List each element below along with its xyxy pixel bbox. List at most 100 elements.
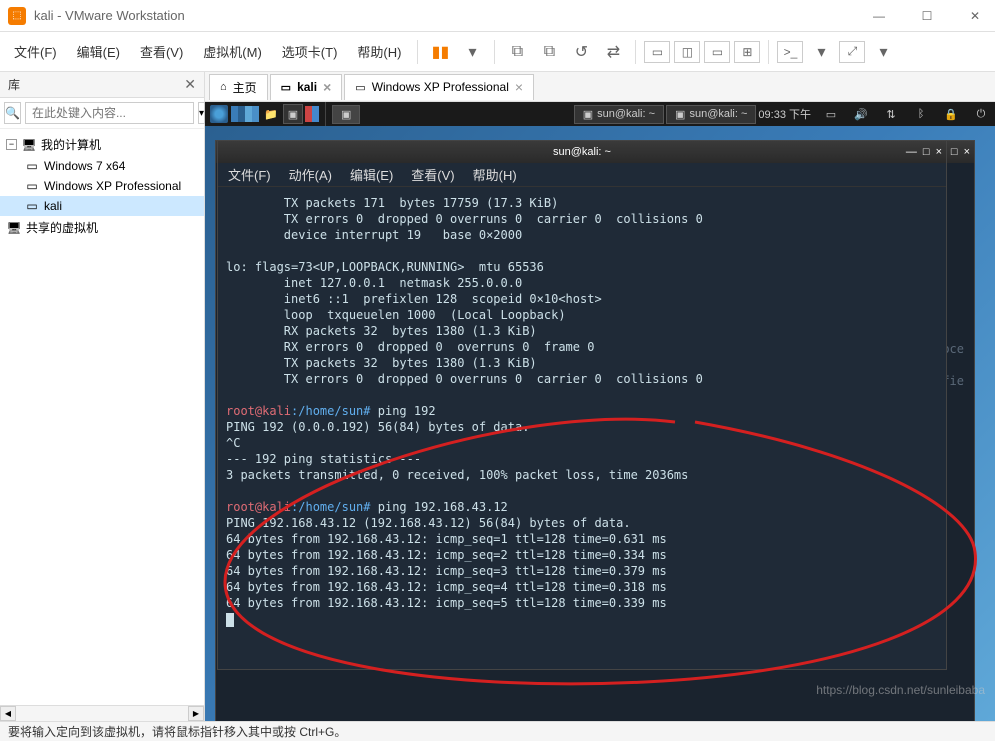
snapshot-revert-icon[interactable]: ↺	[567, 38, 595, 66]
clock[interactable]: 09:33 下午	[758, 106, 811, 122]
stretch-icon[interactable]: ⤢	[839, 41, 865, 63]
term-menu-edit[interactable]: 编辑(E)	[350, 165, 393, 184]
window-titlebar: ⬚ kali - VMware Workstation — ☐ ✕	[0, 0, 995, 32]
usb-icon[interactable]: ⇄	[599, 38, 627, 66]
library-tree: − 🖥 我的计算机 ▭ Windows 7 x64 ▭ Windows XP P…	[0, 129, 204, 705]
toolbar-dropdown3-icon[interactable]: ▾	[869, 38, 897, 66]
kali-logo-icon[interactable]	[209, 104, 229, 124]
vm-icon: ▭	[355, 81, 365, 94]
terminal-output[interactable]: TX packets 171 bytes 17759 (17.3 KiB) TX…	[218, 187, 946, 669]
tab-label: 主页	[233, 79, 257, 96]
tree-label: Windows 7 x64	[44, 159, 125, 173]
collapse-icon[interactable]: −	[6, 139, 17, 150]
app-shortcuts[interactable]	[305, 106, 319, 122]
vm-display[interactable]: 📁 ▣ ▣ ▣ sun@kali: ~ ▣ sun@kali: ~	[205, 102, 995, 721]
home-icon: ⌂	[220, 81, 227, 93]
terminal-shortcut-icon[interactable]: ▣	[283, 104, 303, 124]
search-icon[interactable]: 🔍	[4, 102, 21, 124]
scroll-right-icon[interactable]: ▶	[188, 706, 204, 721]
terminal-cursor	[226, 613, 234, 627]
term-menu-action[interactable]: 动作(A)	[289, 165, 332, 184]
sidebar-scrollbar[interactable]: ◀ ▶	[0, 705, 204, 721]
menu-file[interactable]: 文件(F)	[6, 36, 65, 67]
sidebar-close-icon[interactable]: ✕	[184, 76, 196, 93]
toolbar-dropdown2-icon[interactable]: ▾	[807, 38, 835, 66]
tree-label: Windows XP Professional	[44, 179, 181, 193]
tree-item-kali[interactable]: ▭ kali	[0, 196, 204, 216]
console-icon[interactable]: ▭	[704, 41, 730, 63]
tab-label: kali	[297, 80, 317, 94]
taskbar-terminal-active[interactable]: ▣	[332, 105, 360, 124]
lock-icon[interactable]: 🔒	[941, 104, 961, 124]
taskbar-task2[interactable]: ▣ sun@kali: ~	[666, 105, 756, 124]
vm-tabs: ⌂ 主页 ▭ kali × ▭ Windows XP Professional …	[205, 72, 995, 102]
maximize-icon[interactable]: □	[951, 146, 958, 158]
search-dropdown-icon[interactable]: ▾	[198, 102, 205, 124]
scroll-left-icon[interactable]: ◀	[0, 706, 16, 721]
search-input[interactable]	[25, 102, 194, 124]
close-button[interactable]: ✕	[963, 4, 987, 28]
tab-home[interactable]: ⌂ 主页	[209, 74, 268, 100]
snapshot-manager-icon[interactable]: ⧉	[535, 38, 563, 66]
kali-taskbar: 📁 ▣ ▣ ▣ sun@kali: ~ ▣ sun@kali: ~	[205, 102, 995, 126]
power-icon[interactable]: ⏻	[971, 104, 991, 124]
vm-icon: ▭	[24, 179, 40, 193]
tree-item-win7[interactable]: ▭ Windows 7 x64	[0, 156, 204, 176]
sidebar-title: 库	[8, 76, 20, 93]
terminal-icon: ▣	[583, 108, 593, 121]
terminal-window-foreground[interactable]: sun@kali: ~ — □ × 文件(F) 动作(A) 编辑(E) 查看(V…	[217, 140, 947, 670]
close-icon[interactable]: ×	[964, 146, 970, 158]
vm-icon: ▭	[24, 159, 40, 173]
tree-shared-vms[interactable]: 🖥 共享的虚拟机	[0, 216, 204, 239]
task-label: sun@kali: ~	[689, 108, 747, 120]
menu-vm[interactable]: 虚拟机(M)	[195, 36, 270, 67]
menubar: 文件(F) 编辑(E) 查看(V) 虚拟机(M) 选项卡(T) 帮助(H) ▮▮…	[0, 32, 995, 72]
thumbnail-icon[interactable]: ⊞	[734, 41, 760, 63]
minimize-button[interactable]: —	[867, 4, 891, 28]
terminal-title: sun@kali: ~	[553, 146, 611, 158]
tab-close-icon[interactable]: ×	[515, 79, 523, 95]
tree-label: 共享的虚拟机	[26, 219, 98, 236]
maximize-icon[interactable]: □	[923, 146, 930, 158]
cmd-icon[interactable]: >_	[777, 41, 803, 63]
tree-label: kali	[44, 199, 62, 213]
bluetooth-icon[interactable]: ᛒ	[911, 104, 931, 124]
terminal-menubar: 文件(F) 动作(A) 编辑(E) 查看(V) 帮助(H)	[218, 163, 946, 187]
tab-kali[interactable]: ▭ kali ×	[270, 74, 343, 100]
window-title: kali - VMware Workstation	[34, 8, 867, 23]
vm-icon: ▭	[281, 81, 291, 94]
menu-tabs[interactable]: 选项卡(T)	[274, 36, 346, 67]
terminal-icon: ▣	[675, 108, 685, 121]
fullscreen-icon[interactable]: ▭	[644, 41, 670, 63]
workspace-switcher[interactable]	[231, 106, 259, 122]
vmware-icon: ⬚	[8, 7, 26, 25]
statusbar: 要将输入定向到该虚拟机，请将鼠标指针移入其中或按 Ctrl+G。	[0, 721, 995, 741]
term-menu-file[interactable]: 文件(F)	[228, 165, 271, 184]
network-icon[interactable]: ⇅	[881, 104, 901, 124]
unity-icon[interactable]: ◫	[674, 41, 700, 63]
terminal-icon: ▣	[341, 108, 351, 121]
menu-help[interactable]: 帮助(H)	[349, 36, 409, 67]
menu-view[interactable]: 查看(V)	[132, 36, 191, 67]
tab-close-icon[interactable]: ×	[323, 79, 331, 95]
tree-item-winxp[interactable]: ▭ Windows XP Professional	[0, 176, 204, 196]
menu-edit[interactable]: 编辑(E)	[69, 36, 128, 67]
term-menu-view[interactable]: 查看(V)	[411, 165, 454, 184]
tree-label: 我的计算机	[41, 136, 101, 153]
pause-icon[interactable]: ▮▮	[426, 38, 454, 66]
toolbar-dropdown-icon[interactable]: ▾	[458, 38, 486, 66]
computer-icon: 🖥	[21, 138, 37, 152]
minimize-icon[interactable]: —	[906, 146, 917, 158]
files-icon[interactable]: 📁	[261, 104, 281, 124]
terminal-titlebar[interactable]: sun@kali: ~ — □ ×	[218, 141, 946, 163]
notification-icon[interactable]: ▭	[821, 104, 841, 124]
task-label: sun@kali: ~	[597, 108, 655, 120]
maximize-button[interactable]: ☐	[915, 4, 939, 28]
term-menu-help[interactable]: 帮助(H)	[473, 165, 517, 184]
tab-winxp[interactable]: ▭ Windows XP Professional ×	[344, 74, 534, 100]
volume-icon[interactable]: 🔊	[851, 104, 871, 124]
taskbar-task1[interactable]: ▣ sun@kali: ~	[574, 105, 664, 124]
snapshot-icon[interactable]: ⧉	[503, 38, 531, 66]
tree-root-my-computer[interactable]: − 🖥 我的计算机	[0, 133, 204, 156]
close-icon[interactable]: ×	[936, 146, 942, 158]
